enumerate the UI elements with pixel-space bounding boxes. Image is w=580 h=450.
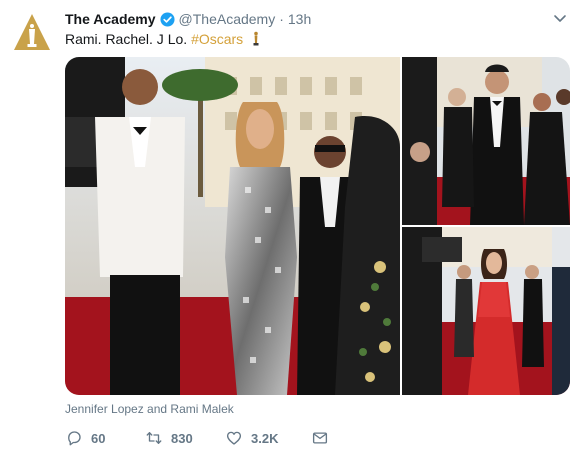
reply-button[interactable]: 60 — [65, 429, 145, 447]
retweet-icon — [146, 432, 162, 444]
avatar[interactable] — [12, 12, 52, 52]
tweet-actions: 60 830 3.2K — [65, 428, 329, 448]
user-handle[interactable]: @TheAcademy — [179, 11, 276, 27]
direct-message-button[interactable] — [311, 429, 329, 447]
retweet-count: 830 — [171, 430, 193, 446]
media-grid — [65, 57, 570, 395]
hashtag-link[interactable]: #Oscars — [191, 31, 243, 47]
photo-jennifer-lopez[interactable] — [65, 57, 400, 395]
meta-separator: · — [279, 11, 284, 27]
media-caption: Jennifer Lopez and Rami Malek — [65, 402, 234, 416]
red-carpet-photo — [65, 57, 400, 395]
retweet-button[interactable]: 830 — [145, 429, 225, 447]
heart-icon — [226, 431, 242, 445]
oscar-statuette-logo — [14, 14, 50, 50]
chevron-down-icon[interactable] — [552, 10, 568, 26]
photo-column — [402, 57, 570, 395]
oscar-trophy-icon — [253, 31, 259, 46]
reply-icon — [68, 431, 81, 446]
envelope-icon — [312, 432, 328, 444]
like-count: 3.2K — [251, 430, 279, 446]
verified-badge-icon — [159, 11, 175, 27]
rami-malek-photo — [402, 57, 570, 225]
like-button[interactable]: 3.2K — [225, 429, 311, 447]
rachel-weisz-photo — [402, 227, 570, 395]
tweet-header: The Academy @TheAcademy · 13h — [65, 10, 311, 28]
reply-count: 60 — [91, 430, 106, 446]
tweet-text: Rami. Rachel. J Lo. #Oscars — [65, 30, 261, 48]
tweet-timestamp[interactable]: 13h — [288, 11, 311, 27]
photo-rami-malek[interactable] — [402, 57, 570, 225]
display-name[interactable]: The Academy — [65, 11, 156, 27]
photo-rachel-weisz[interactable] — [402, 227, 570, 395]
tweet-body-text: Rami. Rachel. J Lo. — [65, 31, 192, 47]
